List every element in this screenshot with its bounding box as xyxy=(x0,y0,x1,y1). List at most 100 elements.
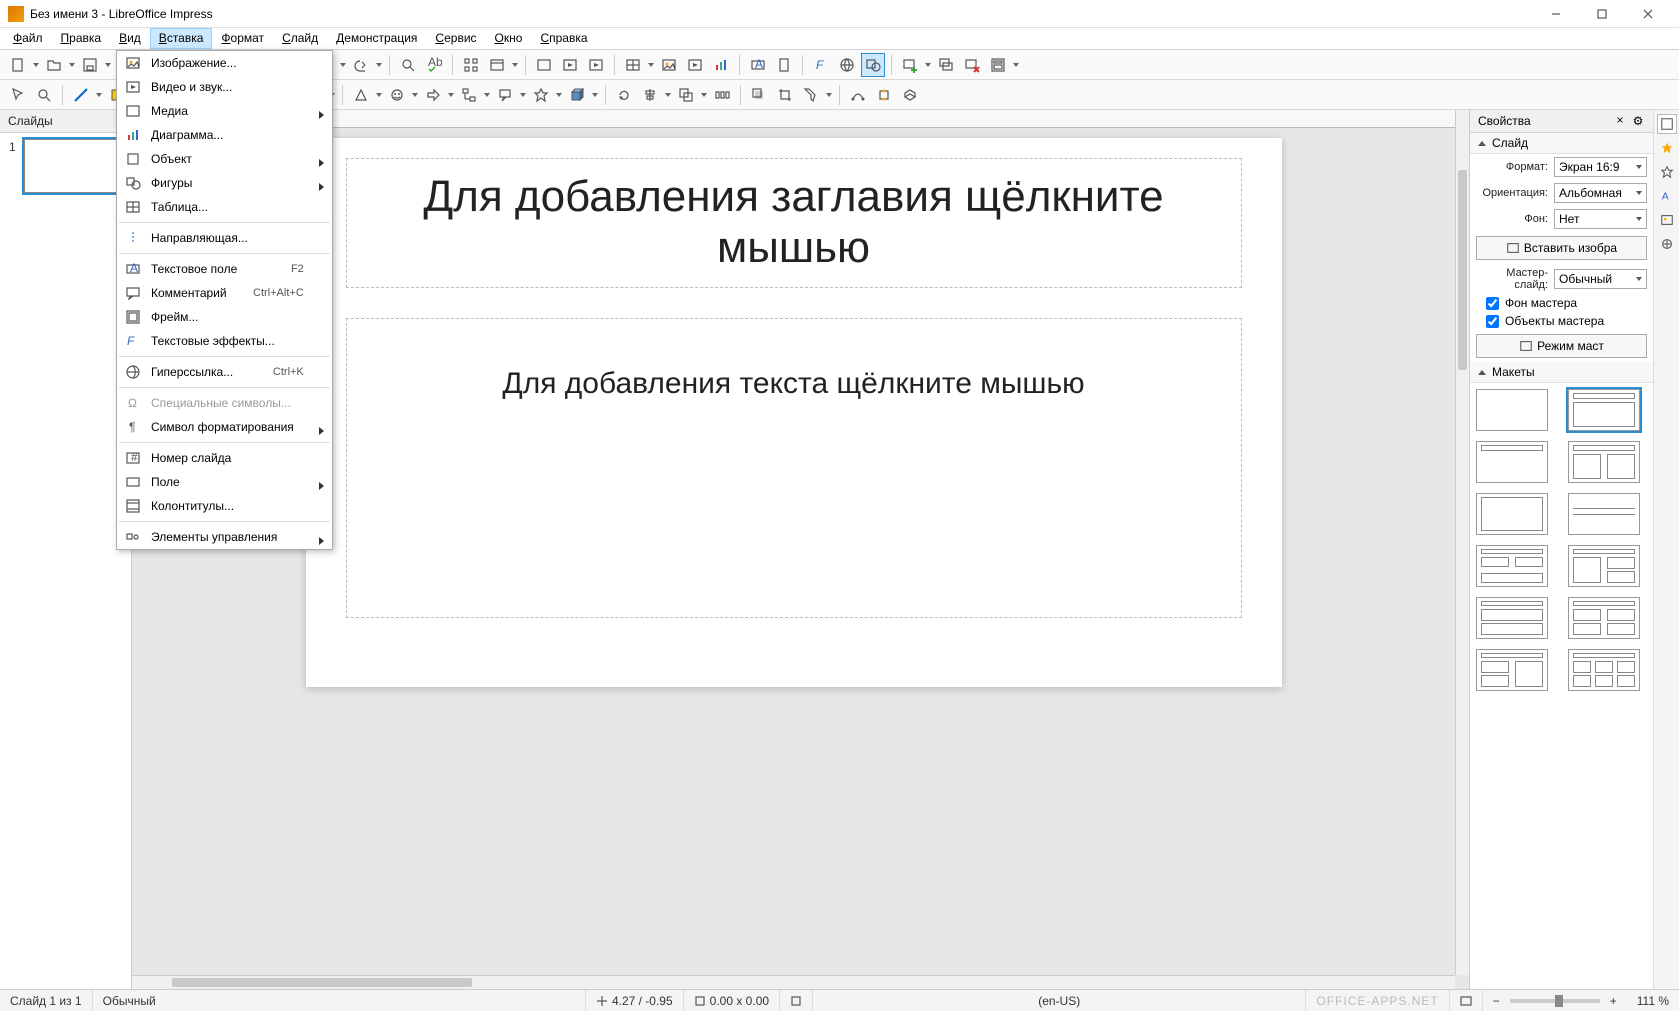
layout-title-content[interactable] xyxy=(1568,389,1640,431)
insert-table-button[interactable] xyxy=(621,53,645,77)
menu-окно[interactable]: Окно xyxy=(486,28,532,49)
flowchart-dropdown[interactable] xyxy=(483,93,491,97)
horizontal-scrollbar[interactable] xyxy=(132,975,1455,989)
layout-centered[interactable] xyxy=(1568,493,1640,535)
align-dropdown[interactable] xyxy=(664,93,672,97)
close-button[interactable] xyxy=(1625,0,1671,28)
menu-слайд[interactable]: Слайд xyxy=(273,28,327,49)
menuitem-image[interactable]: Изображение... xyxy=(117,51,332,75)
menu-файл[interactable]: Файл xyxy=(4,28,52,49)
delete-slide-button[interactable] xyxy=(960,53,984,77)
distribute-tool[interactable] xyxy=(710,83,734,107)
arrange-dropdown[interactable] xyxy=(700,93,708,97)
menu-сервис[interactable]: Сервис xyxy=(426,28,485,49)
insert-image-button-sidebar[interactable]: Вставить изобра xyxy=(1476,236,1647,260)
section-layouts[interactable]: Макеты xyxy=(1470,362,1653,383)
redo-dropdown[interactable] xyxy=(375,63,383,67)
content-placeholder[interactable]: Для добавления текста щёлкните мышью xyxy=(346,318,1242,618)
slide-canvas[interactable]: Для добавления заглавия щёлкните мышью Д… xyxy=(306,138,1282,687)
sidebar-close-icon[interactable]: × xyxy=(1613,114,1627,128)
save-button[interactable] xyxy=(78,53,102,77)
tab-master-slides[interactable]: A xyxy=(1657,186,1677,206)
slide-thumbnail[interactable]: 1 xyxy=(24,139,120,193)
maximize-button[interactable] xyxy=(1579,0,1625,28)
symbol-shapes-tool[interactable] xyxy=(385,83,409,107)
status-signature[interactable] xyxy=(780,990,813,1011)
layout-t-2c-bottom[interactable] xyxy=(1476,545,1548,587)
menu-вставка[interactable]: Вставка xyxy=(150,28,213,49)
insert-image-button[interactable] xyxy=(657,53,681,77)
menu-правка[interactable]: Правка xyxy=(52,28,111,49)
spellcheck-button[interactable]: Abc xyxy=(422,53,446,77)
new-button[interactable] xyxy=(6,53,30,77)
shadow-tool[interactable] xyxy=(747,83,771,107)
new-slide-dropdown[interactable] xyxy=(924,63,932,67)
layout-t-c-2c[interactable] xyxy=(1568,545,1640,587)
layout-dropdown[interactable] xyxy=(1012,63,1020,67)
display-views-button[interactable] xyxy=(485,53,509,77)
section-slide[interactable]: Слайд xyxy=(1470,133,1653,154)
callouts-tool[interactable] xyxy=(493,83,517,107)
menuitem-media[interactable]: Видео и звук... xyxy=(117,75,332,99)
start-from-current-button[interactable] xyxy=(584,53,608,77)
tab-navigator[interactable] xyxy=(1657,234,1677,254)
menuitem-chart[interactable]: Диаграмма... xyxy=(117,123,332,147)
symbol-dropdown[interactable] xyxy=(411,93,419,97)
title-placeholder[interactable]: Для добавления заглавия щёлкните мышью xyxy=(346,158,1242,288)
menuitem-comment[interactable]: КомментарийCtrl+Alt+C xyxy=(117,281,332,305)
duplicate-slide-button[interactable] xyxy=(934,53,958,77)
zoom-value[interactable]: 111 % xyxy=(1627,990,1679,1011)
basicshapes-dropdown[interactable] xyxy=(375,93,383,97)
menuitem-fontwork[interactable]: FТекстовые эффекты... xyxy=(117,329,332,353)
menuitem-guide[interactable]: Направляющая... xyxy=(117,226,332,250)
zoom-fit-button[interactable] xyxy=(1450,990,1483,1011)
open-button[interactable] xyxy=(42,53,66,77)
line-color-button[interactable] xyxy=(69,83,93,107)
layout-2over1[interactable] xyxy=(1476,597,1548,639)
vertical-scrollbar[interactable] xyxy=(1455,110,1469,975)
layout-4content[interactable] xyxy=(1568,597,1640,639)
show-draw-functions-button[interactable] xyxy=(861,53,885,77)
menuitem-formattingmark[interactable]: ¶Символ форматирования xyxy=(117,415,332,439)
layout-6content[interactable] xyxy=(1568,649,1640,691)
insert-chart-button[interactable] xyxy=(709,53,733,77)
menuitem-table[interactable]: Таблица... xyxy=(117,195,332,219)
filter-dropdown[interactable] xyxy=(825,93,833,97)
background-combo[interactable]: Нет xyxy=(1554,209,1647,229)
table-dropdown[interactable] xyxy=(647,63,655,67)
blockarrow-dropdown[interactable] xyxy=(447,93,455,97)
align-tool[interactable] xyxy=(638,83,662,107)
insert-hyperlink-button[interactable] xyxy=(835,53,859,77)
linecolor-dropdown[interactable] xyxy=(95,93,103,97)
rotate-tool[interactable] xyxy=(612,83,636,107)
tab-properties[interactable] xyxy=(1657,114,1677,134)
basic-shapes-tool[interactable] xyxy=(349,83,373,107)
new-slide-button[interactable] xyxy=(898,53,922,77)
crop-tool[interactable] xyxy=(773,83,797,107)
filter-tool[interactable] xyxy=(799,83,823,107)
views-dropdown[interactable] xyxy=(511,63,519,67)
tab-gallery[interactable] xyxy=(1657,210,1677,230)
undo-dropdown[interactable] xyxy=(339,63,347,67)
menuitem-formcontrols[interactable]: Элементы управления xyxy=(117,525,332,549)
display-grid-button[interactable] xyxy=(459,53,483,77)
menuitem-hyperlink[interactable]: Гиперссылка...Ctrl+K xyxy=(117,360,332,384)
layout-t-2c-c[interactable] xyxy=(1476,649,1548,691)
zoom-slider-cell[interactable]: −+ xyxy=(1483,990,1627,1011)
sidebar-settings-icon[interactable]: ⚙ xyxy=(1631,114,1645,128)
extrusion-tool[interactable] xyxy=(898,83,922,107)
menu-демонстрация[interactable]: Демонстрация xyxy=(327,28,426,49)
find-button[interactable] xyxy=(396,53,420,77)
redo-button[interactable] xyxy=(349,53,373,77)
tab-slide-transition[interactable] xyxy=(1657,138,1677,158)
save-dropdown[interactable] xyxy=(104,63,112,67)
menu-формат[interactable]: Формат xyxy=(212,28,273,49)
minimize-button[interactable] xyxy=(1533,0,1579,28)
menuitem-headerfooter[interactable]: Колонтитулы... xyxy=(117,494,332,518)
menuitem-shapes[interactable]: Фигуры xyxy=(117,171,332,195)
menuitem-textbox[interactable]: AТекстовое полеF2 xyxy=(117,257,332,281)
menuitem-field[interactable]: Поле xyxy=(117,470,332,494)
master-bg-check[interactable] xyxy=(1486,297,1499,310)
points-tool[interactable] xyxy=(846,83,870,107)
gluepoints-tool[interactable] xyxy=(872,83,896,107)
